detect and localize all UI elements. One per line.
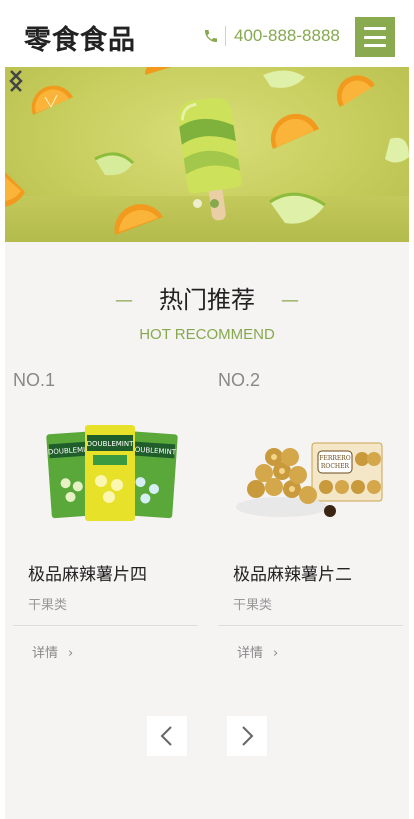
- orange-slice: [336, 75, 375, 107]
- product-category: 干果类: [233, 598, 273, 613]
- phone-divider: [225, 26, 226, 46]
- product-rank: NO.1: [13, 370, 56, 390]
- chevron-right-icon[interactable]: [5, 67, 27, 95]
- carousel-dot-2[interactable]: [210, 199, 219, 208]
- apple-slice: [269, 192, 326, 224]
- orange-slice: [270, 113, 319, 149]
- prev-page-button[interactable]: [147, 716, 187, 756]
- apple-slice: [385, 137, 409, 163]
- detail-label: 详情: [32, 646, 59, 661]
- phone-icon: [205, 30, 217, 42]
- orange-slice: [31, 85, 73, 115]
- detail-link[interactable]: 详情 ›: [32, 642, 73, 661]
- product-image[interactable]: FERRERO ROCHER: [234, 425, 394, 525]
- product-name[interactable]: 极品麻辣薯片四: [28, 560, 147, 585]
- chevron-left-icon: [160, 726, 172, 746]
- chevron-right-icon: ›: [68, 646, 74, 661]
- orange-slice: [114, 204, 163, 235]
- hamburger-menu-icon: [364, 27, 386, 30]
- site-header: 零食食品 400-888-8888: [0, 0, 414, 67]
- svg-text:FERRERO: FERRERO: [319, 455, 350, 462]
- product-image[interactable]: DOUBLEMINT DOUBLEMINT DOUBLEMINT: [29, 425, 189, 525]
- next-page-button[interactable]: [227, 716, 267, 756]
- site-logo[interactable]: 零食食品: [24, 18, 136, 57]
- product-rank: NO.2: [218, 370, 261, 390]
- section-title: 热门推荐: [159, 286, 255, 314]
- svg-text:ROCHER: ROCHER: [321, 463, 350, 470]
- banner-image: [5, 67, 409, 235]
- hero-banner[interactable]: [5, 67, 409, 242]
- product-card[interactable]: NO.1 DOUBLEMINT DOUBLEMINT DOUBLEMINT 极品…: [13, 370, 198, 670]
- hot-recommend-section: — 热门推荐 — HOT RECOMMEND NO.1 DOUBLEMINT DOU…: [5, 242, 409, 819]
- product-name[interactable]: 极品麻辣薯片二: [233, 560, 352, 585]
- chevron-right-icon: [242, 726, 254, 746]
- carousel-dot-1[interactable]: [193, 199, 202, 208]
- divider: [13, 625, 198, 626]
- carousel-dots: [193, 199, 219, 208]
- svg-text:DOUBLEMINT: DOUBLEMINT: [87, 440, 134, 448]
- phone-contact[interactable]: 400-888-8888: [203, 26, 340, 46]
- orange-slice: [144, 67, 171, 75]
- phone-number[interactable]: 400-888-8888: [234, 26, 340, 46]
- detail-label: 详情: [237, 646, 264, 661]
- divider: [218, 625, 403, 626]
- apple-slice: [263, 70, 305, 88]
- apple-slice: [94, 152, 135, 176]
- product-card[interactable]: NO.2 FERRERO ROCHER 极品麻辣薯片二 干果类 详情 ›: [218, 370, 403, 670]
- chevron-right-icon: ›: [273, 646, 279, 661]
- orange-slice: [5, 172, 25, 207]
- section-subtitle: HOT RECOMMEND: [139, 326, 275, 343]
- detail-link[interactable]: 详情 ›: [237, 642, 278, 661]
- title-dash-left: —: [115, 290, 133, 311]
- menu-button[interactable]: [355, 17, 395, 57]
- section-title-row: — 热门推荐 —: [5, 280, 409, 315]
- title-dash-right: —: [281, 290, 299, 311]
- product-category: 干果类: [28, 598, 68, 613]
